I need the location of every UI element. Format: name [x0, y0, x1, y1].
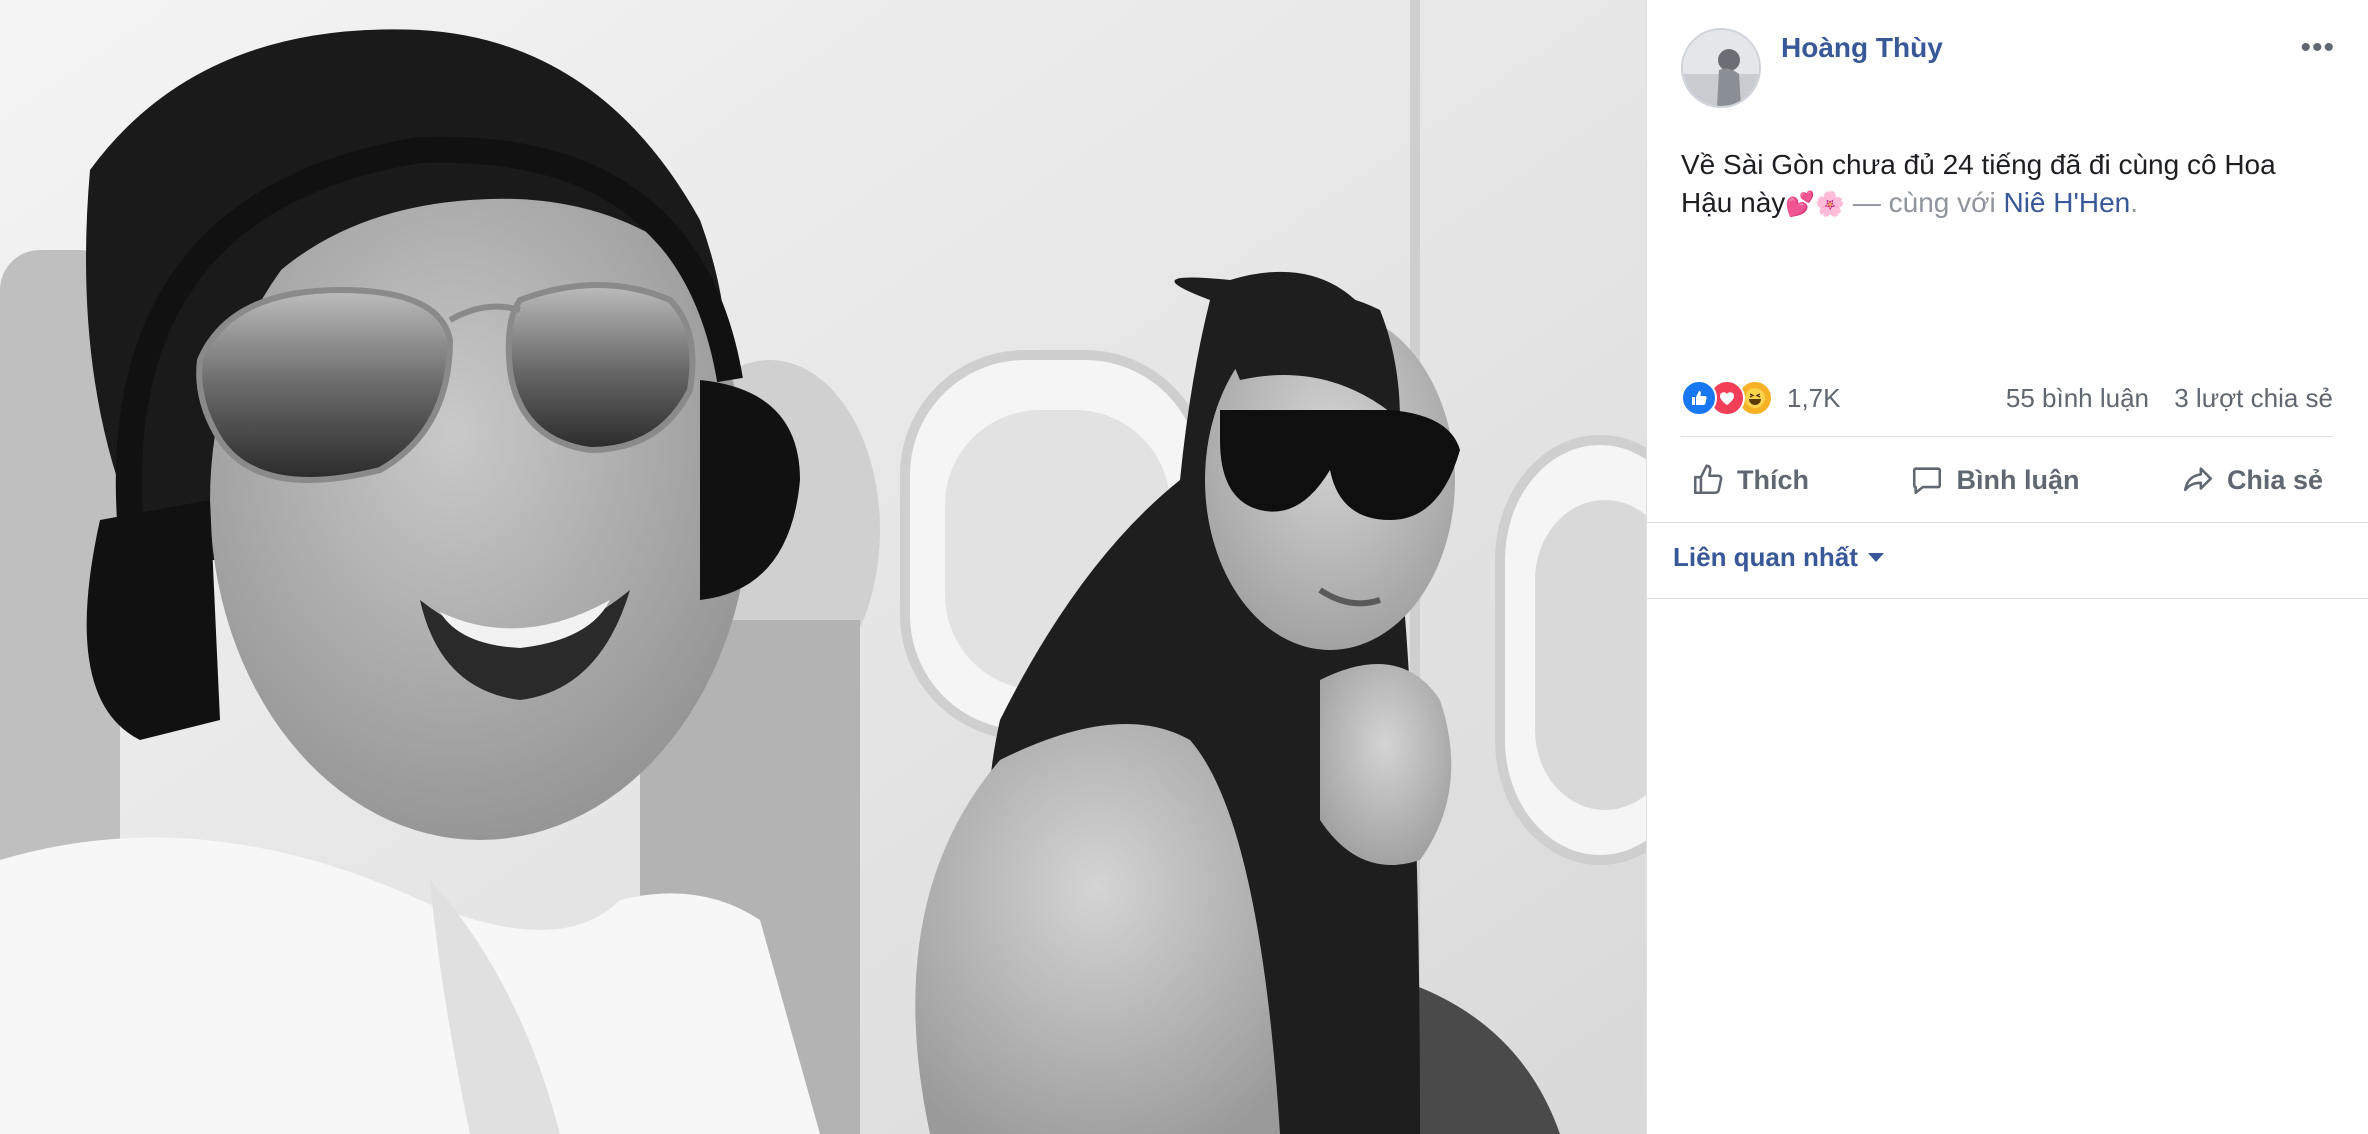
more-options-icon[interactable]: •••: [2300, 33, 2335, 63]
share-count[interactable]: 3 lượt chia sẻ: [2174, 383, 2333, 413]
reaction-count[interactable]: 1,7K: [1787, 383, 1841, 414]
post-caption: Về Sài Gòn chưa đủ 24 tiếng đã đi cùng c…: [1681, 146, 2321, 224]
comment-sort-label: Liên quan nhất: [1673, 542, 1858, 572]
caption-emoji: 💕🌸: [1785, 191, 1846, 218]
post-photo[interactable]: [0, 0, 1646, 1134]
tagged-person-link[interactable]: Niê H'Hen: [2003, 187, 2130, 218]
share-label: Chia sẻ: [2226, 464, 2323, 495]
comment-sort-dropdown[interactable]: Liên quan nhất: [1673, 542, 1884, 573]
comment-button[interactable]: Bình luận: [1900, 463, 2089, 497]
share-icon: [2183, 467, 2212, 492]
comment-label: Bình luận: [1956, 464, 2080, 495]
author-avatar[interactable]: [1681, 28, 1761, 108]
divider: [1647, 522, 2368, 523]
like-reaction-icon: [1681, 380, 1717, 416]
comment-icon: [1913, 467, 1942, 495]
share-button[interactable]: Chia sẻ: [2171, 463, 2333, 497]
divider: [1681, 436, 2333, 437]
reactions-summary[interactable]: 1,7K: [1681, 380, 1841, 416]
avatar-image: [1683, 30, 1759, 106]
post-details-panel: Hoàng Thùy ••• Về Sài Gòn chưa đủ 24 tiế…: [1646, 0, 2368, 1134]
caption-end: .: [2130, 187, 2138, 218]
thumbs-up-icon: [1693, 464, 1723, 495]
like-label: Thích: [1737, 464, 1809, 495]
comment-count[interactable]: 55 bình luận: [2006, 383, 2149, 413]
like-button[interactable]: Thích: [1681, 463, 1819, 497]
post-stats: 1,7K 55 bình luận 3 lượt chia sẻ: [1681, 380, 2333, 416]
author-name[interactable]: Hoàng Thùy: [1781, 32, 1943, 64]
photo-image: [0, 0, 1646, 1134]
caption-with: — cùng với: [1852, 187, 1996, 218]
post-actions-bar: Thích Bình luận Chia sẻ: [1681, 448, 2333, 512]
divider: [1647, 598, 2368, 599]
caret-down-icon: [1867, 553, 1884, 562]
